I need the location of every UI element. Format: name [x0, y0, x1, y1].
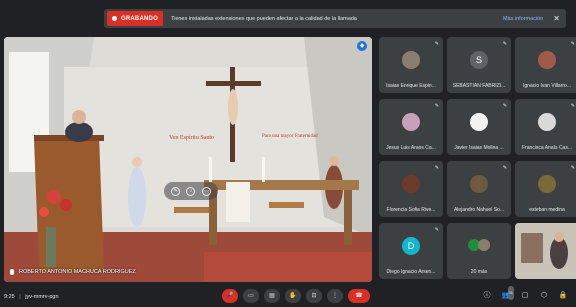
wall-text-left: Ven Espíritu Santo — [169, 135, 214, 141]
avatar — [470, 175, 488, 193]
wall-text-right: Para una mayor Fraternidad — [262, 134, 318, 139]
avatar: S — [470, 51, 488, 69]
participant-tile[interactable]: ✎ Ignacio Ivan Villarro... — [515, 37, 576, 93]
captions-button[interactable]: ▤ — [264, 289, 280, 303]
more-participants-tile[interactable]: 20 más — [447, 223, 511, 279]
meeting-code: jyv-mmrv-pgn — [25, 294, 59, 300]
meeting-info: 9:25 | jyv-mmrv-pgn — [4, 294, 59, 300]
side-panel-controls: ⓘ 👥 31 ▢ ⬡ 🔒 — [475, 286, 570, 303]
people-icon[interactable]: 👥 31 — [499, 286, 514, 303]
mic-off-icon: ✎ — [570, 41, 575, 47]
participant-tile[interactable]: ✎ Jesus Luis Araos Ca... — [379, 99, 443, 155]
participant-count: 31 — [507, 286, 514, 300]
participant-name: Jesus Luis Araos Ca... — [386, 145, 436, 151]
participant-name: Alejandro Nahuel So... — [453, 207, 505, 213]
participant-tile[interactable]: ✎ Javier Isaias Molina ... — [447, 99, 511, 155]
avatar — [538, 51, 556, 69]
church-scene: Ven Espíritu Santo Para una mayor Frater… — [4, 37, 372, 282]
recording-badge: GRABANDO — [107, 11, 163, 26]
participant-tile[interactable]: ✎ Francisca Anaís Cas... — [515, 99, 576, 155]
participant-tile[interactable]: ✎ Isaias Enrique Espin... — [379, 37, 443, 93]
speaker-name: ROBERTO ANTONIO MACHUCA RODRIGUEZ — [19, 269, 136, 275]
mic-off-icon: ✎ — [570, 165, 575, 171]
participant-tile[interactable]: ✎ Florencia Sofia Rive... — [379, 161, 443, 217]
activities-icon[interactable]: ⬡ — [537, 289, 551, 303]
more-participants-label: 20 más — [470, 269, 488, 275]
close-icon[interactable]: ✕ — [553, 14, 560, 23]
participant-name: Diego Ignacio Arsen... — [386, 269, 436, 275]
record-dot-icon — [112, 16, 117, 21]
mic-icon[interactable]: ♪ — [186, 186, 196, 196]
tile-hover-controls: ✎ ♪ ⋯ — [164, 182, 218, 200]
participant-name: SEBASTIAN FABRIZI... — [452, 83, 506, 89]
more-options-icon[interactable]: ⋯ — [201, 186, 211, 196]
banner-message: Tienes instaladas extensiones que pueden… — [170, 15, 357, 22]
mic-off-icon: ✎ — [434, 41, 439, 47]
meet-window: GRABANDO Tienes instaladas extensiones q… — [0, 0, 576, 307]
participant-name: esteban medina — [529, 207, 565, 213]
participant-name: Javier Isaias Molina ... — [454, 145, 504, 151]
avatar: D — [402, 237, 420, 255]
participant-name: Francisca Anaís Cas... — [521, 145, 573, 151]
raise-hand-button[interactable]: ✋ — [285, 289, 301, 303]
bottom-toolbar: 9:25 | jyv-mmrv-pgn 🎤 ▭ ▤ ✋ ⊡ ⋮ ☎ ⓘ 👥 31 … — [0, 286, 576, 307]
main-video[interactable]: Ven Espíritu Santo Para una mayor Frater… — [4, 37, 372, 282]
mic-off-button[interactable]: 🎤 — [222, 289, 238, 303]
participant-tile[interactable]: ✎ S SEBASTIAN FABRIZI... — [447, 37, 511, 93]
more-options-button[interactable]: ⋮ — [327, 289, 343, 303]
avatar — [470, 113, 488, 131]
participant-name: Ignacio Ivan Villarro... — [523, 83, 571, 89]
mic-off-icon: ✎ — [434, 103, 439, 109]
mic-off-icon: ✎ — [434, 165, 439, 171]
self-view-tile[interactable] — [515, 223, 576, 279]
pin-icon[interactable]: ◆ — [357, 41, 367, 51]
avatar — [538, 113, 556, 131]
extension-warning-banner: GRABANDO Tienes instaladas extensiones q… — [104, 9, 566, 28]
avatar — [402, 175, 420, 193]
speaker-name-tag: ROBERTO ANTONIO MACHUCA RODRIGUEZ — [10, 269, 136, 275]
participant-name: Isaias Enrique Espin... — [386, 83, 436, 89]
avatar — [402, 113, 420, 131]
host-controls-icon[interactable]: 🔒 — [556, 289, 570, 303]
clock-time: 9:25 — [4, 294, 15, 300]
avatar — [402, 51, 420, 69]
group-avatar — [478, 239, 490, 251]
participant-tile[interactable]: ✎ D Diego Ignacio Arsen... — [379, 223, 443, 279]
present-button[interactable]: ⊡ — [306, 289, 322, 303]
avatar — [538, 175, 556, 193]
mic-icon — [10, 269, 14, 275]
participant-tile[interactable]: ✎ Alejandro Nahuel So... — [447, 161, 511, 217]
mic-off-icon: ✎ — [502, 103, 507, 109]
self-view-scene — [515, 223, 576, 279]
info-icon[interactable]: ⓘ — [480, 289, 494, 303]
leave-call-button[interactable]: ☎ — [348, 289, 370, 303]
mic-off-icon: ✎ — [502, 41, 507, 47]
camera-button[interactable]: ▭ — [243, 289, 259, 303]
pin-tile-icon[interactable]: ✎ — [171, 186, 181, 196]
mic-off-icon: ✎ — [570, 103, 575, 109]
more-info-link[interactable]: Más información — [503, 16, 543, 22]
participant-tile[interactable]: ✎ esteban medina — [515, 161, 576, 217]
mic-off-icon: ✎ — [434, 227, 439, 233]
separator: | — [19, 294, 21, 300]
participant-name: Florencia Sofia Rive... — [386, 207, 436, 213]
chat-icon[interactable]: ▢ — [518, 289, 532, 303]
call-controls: 🎤 ▭ ▤ ✋ ⊡ ⋮ ☎ — [222, 289, 375, 303]
mic-off-icon: ✎ — [502, 165, 507, 171]
recording-label: GRABANDO — [121, 15, 158, 22]
